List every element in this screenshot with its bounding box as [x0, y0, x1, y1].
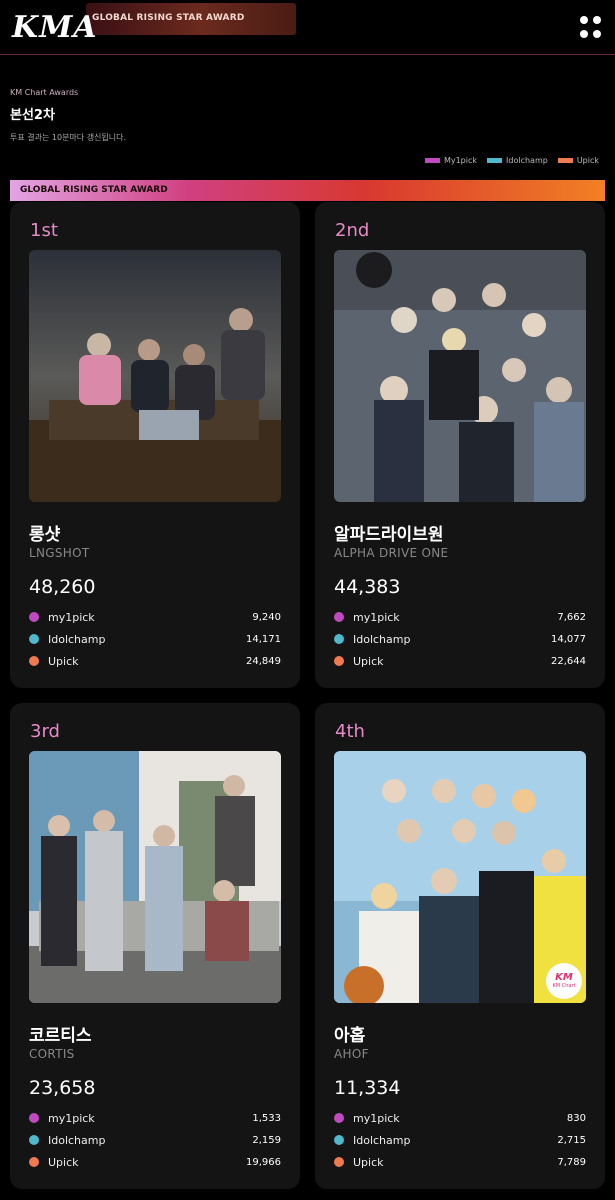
vote-row-upick: Upick 19,966 [29, 1153, 281, 1171]
award-title-bar: GLOBAL RISING STAR AWARD [10, 180, 605, 201]
legend-item-my1pick: My1pick [424, 156, 477, 165]
rank-label: 1st [30, 220, 58, 241]
vote-row-my1pick: my1pick 7,662 [334, 608, 586, 626]
top-bar: GLOBAL RISING STAR AWARD KMA [0, 0, 615, 55]
rank-card[interactable]: 4th KM KM Chart 아홉 AHOF 11,334 my1pick 83… [315, 703, 605, 1189]
page-title: 본선2차 [10, 108, 55, 123]
artist-name-ko: 알파드라이브원 [334, 525, 444, 545]
group-photo [334, 250, 586, 502]
award-title: GLOBAL RISING STAR AWARD [20, 185, 168, 195]
vote-row-upick: Upick 7,789 [334, 1153, 586, 1171]
artist-name-en: CORTIS [29, 1047, 75, 1061]
award-banner-label: GLOBAL RISING STAR AWARD [92, 13, 245, 23]
artist-name-en: AHOF [334, 1047, 369, 1061]
artist-name-en: ALPHA DRIVE ONE [334, 546, 449, 560]
vote-row-idolchamp: Idolchamp 2,715 [334, 1131, 586, 1149]
total-votes: 44,383 [334, 576, 401, 598]
total-votes: 23,658 [29, 1077, 96, 1099]
rank-label: 4th [335, 721, 365, 742]
group-photo [29, 751, 281, 1003]
vote-row-my1pick: my1pick 830 [334, 1109, 586, 1127]
total-votes: 48,260 [29, 576, 96, 598]
legend: My1pick Idolchamp Upick [424, 156, 599, 165]
breadcrumb: KM Chart Awards [10, 88, 79, 97]
artist-name-ko: 코르티스 [29, 1026, 92, 1046]
artist-name-en: LNGSHOT [29, 546, 90, 560]
rank-card[interactable]: 3rd 코르티스 CORTIS 23,658 my1pick 1,533 Idol… [10, 703, 300, 1189]
group-photo [29, 250, 281, 502]
legend-item-upick: Upick [557, 156, 599, 165]
vote-row-idolchamp: Idolchamp 14,171 [29, 630, 281, 648]
vote-row-idolchamp: Idolchamp 2,159 [29, 1131, 281, 1149]
vote-row-upick: Upick 22,644 [334, 652, 586, 670]
group-photo: KM KM Chart [334, 751, 586, 1003]
rank-label: 3rd [30, 721, 60, 742]
vote-row-upick: Upick 24,849 [29, 652, 281, 670]
vote-row-my1pick: my1pick 9,240 [29, 608, 281, 626]
vote-row-my1pick: my1pick 1,533 [29, 1109, 281, 1127]
km-chart-badge: KM KM Chart [546, 963, 582, 999]
legend-item-idolchamp: Idolchamp [487, 156, 548, 165]
award-banner[interactable]: GLOBAL RISING STAR AWARD [86, 3, 296, 35]
rank-card[interactable]: 2nd 알파드라이브원 ALPHA DRIVE ONE 44,383 my1pi… [315, 202, 605, 688]
kma-logo[interactable]: KMA [12, 10, 98, 45]
update-note: 투표 결과는 10분마다 갱신됩니다. [10, 133, 127, 142]
grid-dots-icon[interactable] [580, 16, 602, 38]
artist-name-ko: 아홉 [334, 1026, 366, 1046]
artist-name-ko: 롱샷 [29, 525, 61, 545]
vote-row-idolchamp: Idolchamp 14,077 [334, 630, 586, 648]
rank-label: 2nd [335, 220, 370, 241]
rank-card[interactable]: 1st 롱샷 LNGSHOT 48,260 my1pick 9,240 Idolc… [10, 202, 300, 688]
total-votes: 11,334 [334, 1077, 401, 1099]
